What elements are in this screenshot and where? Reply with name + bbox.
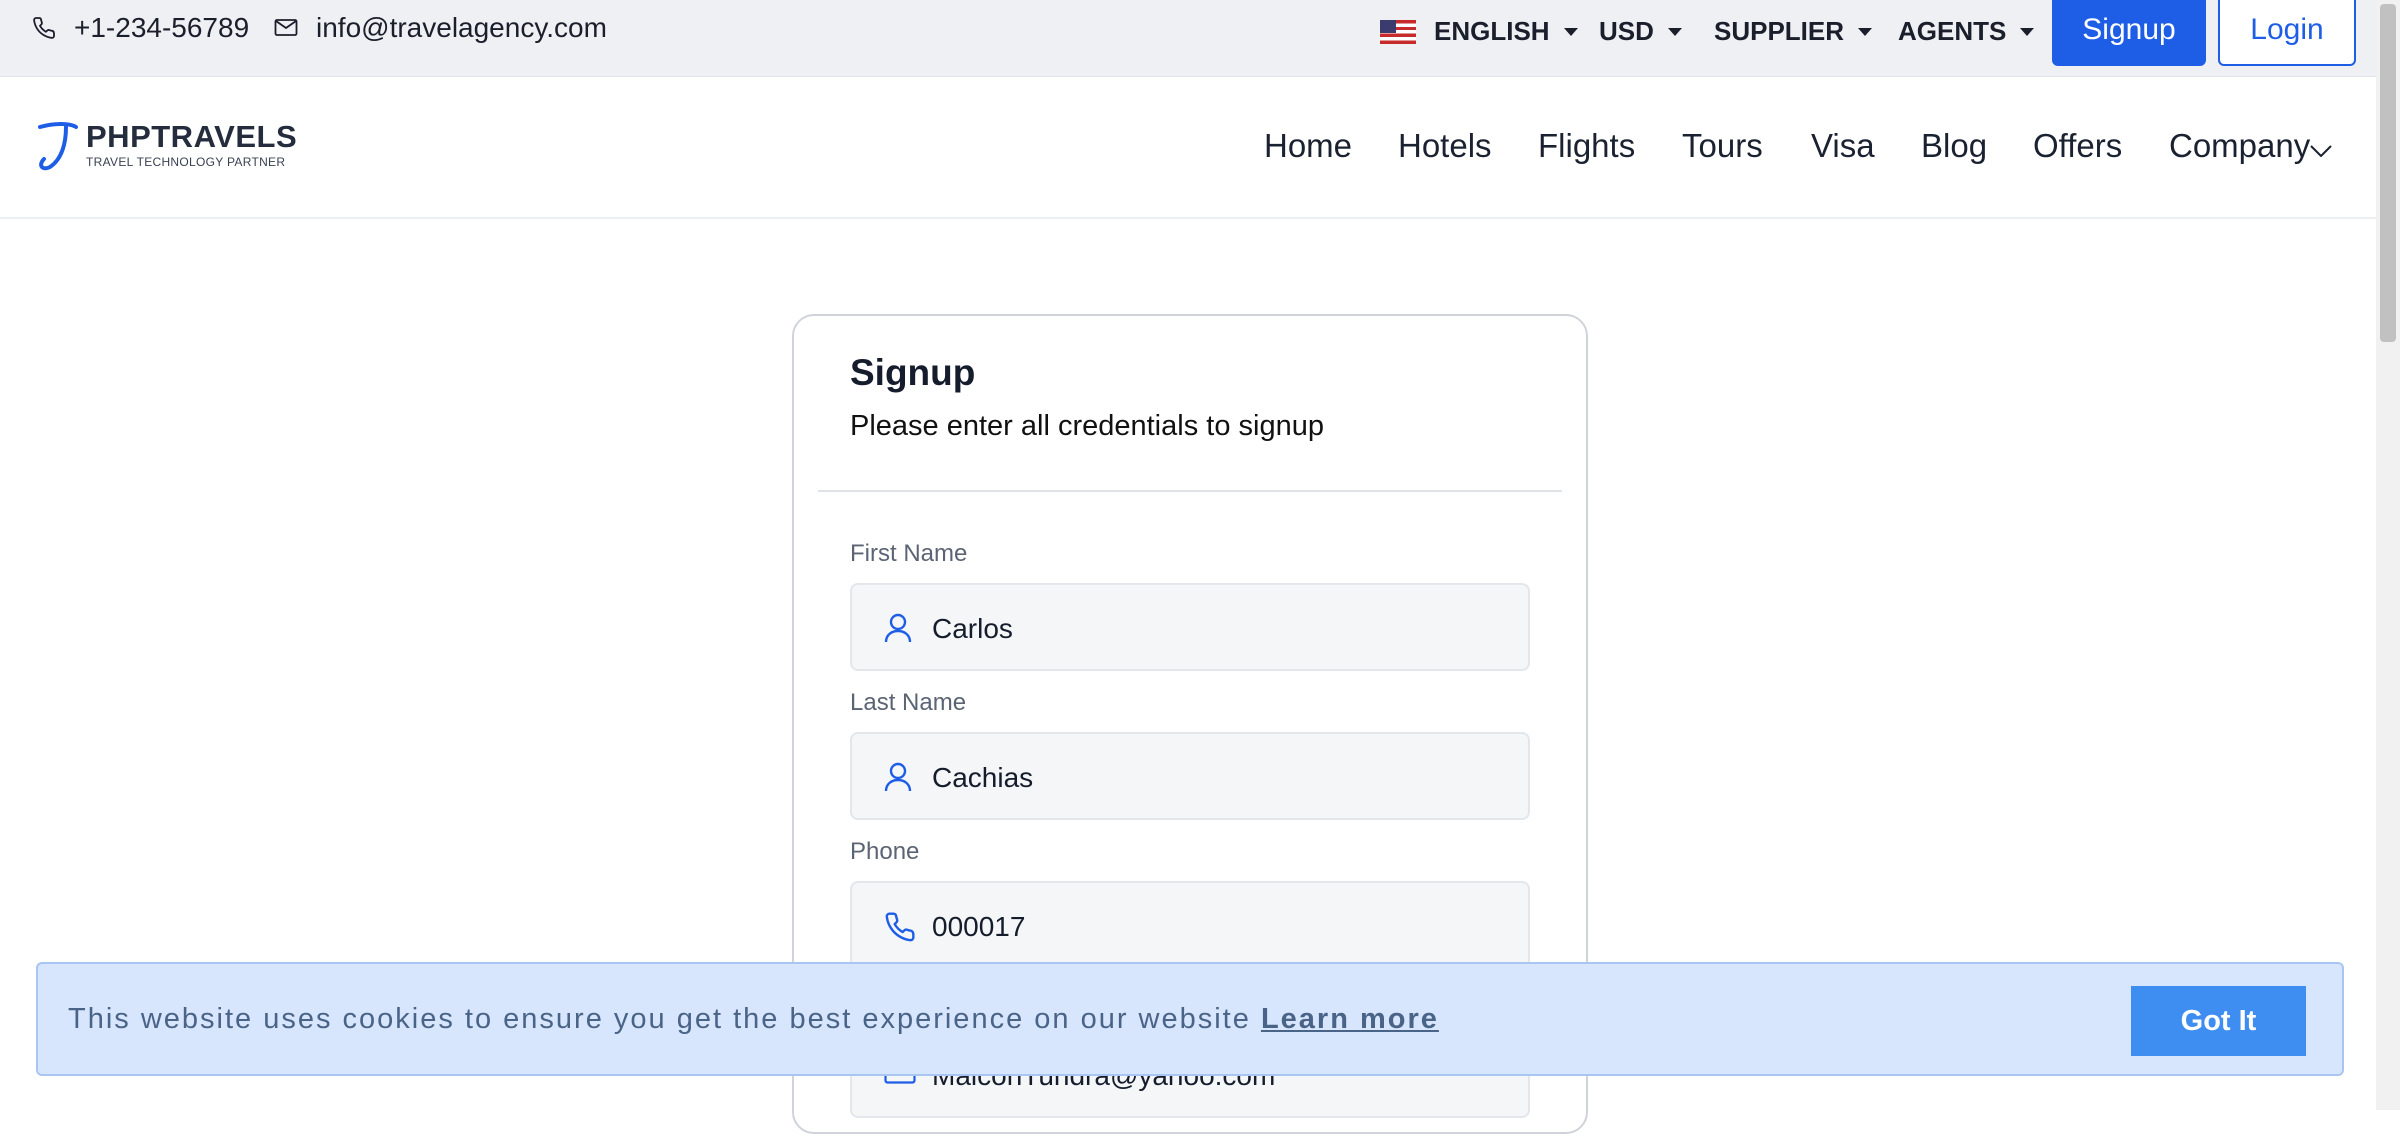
nav-tours[interactable]: Tours: [1682, 127, 1763, 165]
agents-label: AGENTS: [1898, 16, 2007, 46]
us-flag-icon: [1380, 19, 1416, 44]
nav-offers[interactable]: Offers: [2033, 127, 2122, 165]
brand-tagline: TRAVEL TECHNOLOGY PARTNER: [86, 155, 286, 169]
caret-down-icon: [1667, 27, 1682, 36]
nav-visa[interactable]: Visa: [1811, 127, 1875, 165]
chevron-down-icon: [2310, 145, 2332, 157]
nav-blog[interactable]: Blog: [1921, 127, 1987, 165]
logo-mark-icon: [38, 122, 78, 171]
signup-title: Signup: [850, 352, 976, 393]
nav-hotels[interactable]: Hotels: [1398, 127, 1492, 165]
phone-value: 000017: [932, 911, 1026, 942]
signup-subtitle: Please enter all credentials to signup: [850, 410, 1324, 442]
main-header: PHPTRAVELS TRAVEL TECHNOLOGY PARTNER Hom…: [0, 77, 2376, 219]
first-name-field[interactable]: Carlos: [850, 583, 1530, 671]
contact-email[interactable]: info@travelagency.com: [274, 12, 607, 44]
nav-company[interactable]: Company: [2169, 127, 2310, 165]
learn-more-link[interactable]: Learn more: [1261, 1003, 1439, 1035]
scrollbar-thumb[interactable]: [2380, 4, 2396, 342]
currency-label: USD: [1599, 16, 1654, 46]
user-icon: [884, 762, 912, 792]
login-button[interactable]: Login: [2218, 0, 2356, 66]
top-bar: +1-234-56789 info@travelagency.com ENGLI…: [0, 0, 2376, 77]
phone-text: +1-234-56789: [74, 12, 250, 43]
email-text: info@travelagency.com: [316, 12, 607, 43]
user-icon: [884, 613, 912, 643]
caret-down-icon: [2020, 27, 2035, 36]
supplier-dropdown[interactable]: SUPPLIER: [1714, 16, 1873, 47]
currency-dropdown[interactable]: USD: [1599, 16, 1682, 47]
cookie-message: This website uses cookies to ensure you …: [68, 1003, 1251, 1035]
contact-phone[interactable]: +1-234-56789: [32, 12, 249, 44]
nav-flights[interactable]: Flights: [1538, 127, 1635, 165]
caret-down-icon: [1858, 27, 1873, 36]
language-dropdown[interactable]: ENGLISH: [1380, 16, 1578, 47]
last-name-label: Last Name: [850, 689, 967, 716]
cookie-message-wrapper: This website uses cookies to ensure you …: [68, 1003, 1439, 1036]
nav-home[interactable]: Home: [1264, 127, 1352, 165]
mail-icon: [274, 19, 298, 36]
language-label: ENGLISH: [1434, 16, 1550, 46]
supplier-label: SUPPLIER: [1714, 16, 1845, 46]
signup-button[interactable]: Signup: [2052, 0, 2206, 66]
brand-logo[interactable]: PHPTRAVELS TRAVEL TECHNOLOGY PARTNER: [36, 121, 297, 173]
phone-icon: [885, 912, 915, 942]
first-name-label: First Name: [850, 540, 968, 567]
first-name-value: Carlos: [932, 613, 1013, 644]
phone-icon: [33, 17, 55, 39]
caret-down-icon: [1563, 27, 1578, 36]
last-name-field[interactable]: Cachias: [850, 732, 1530, 820]
phone-label: Phone: [850, 838, 920, 865]
brand-name: PHPTRAVELS: [86, 119, 298, 154]
last-name-value: Cachias: [932, 762, 1034, 793]
divider: [818, 490, 1562, 492]
agents-dropdown[interactable]: AGENTS: [1898, 16, 2035, 47]
got-it-button[interactable]: Got It: [2131, 986, 2306, 1056]
phone-field[interactable]: 000017: [850, 881, 1530, 969]
